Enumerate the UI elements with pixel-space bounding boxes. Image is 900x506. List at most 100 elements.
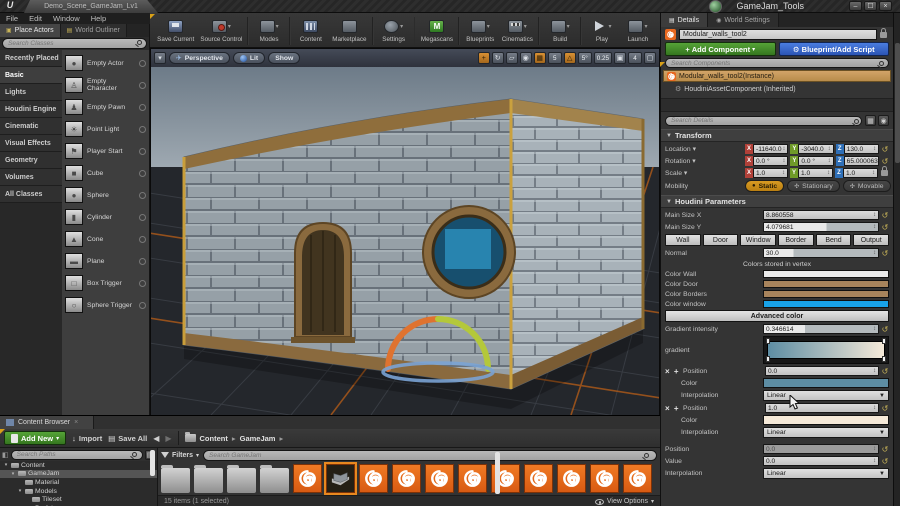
asset-hda-6[interactable] (359, 464, 388, 493)
blueprint-add-script-button[interactable]: ⚙ Blueprint/Add Script (778, 42, 889, 56)
scene-3d[interactable] (151, 67, 659, 415)
tree-item-gamejam[interactable]: ▾ GameJam (0, 469, 157, 479)
mobility-movable[interactable]: ✣ Movable (842, 180, 891, 192)
reset-icon[interactable]: ↺ (881, 325, 889, 334)
drag-handle-icon[interactable] (139, 169, 146, 177)
drag-handle-icon[interactable] (139, 235, 146, 243)
place-item-box-trigger[interactable]: □ Box Trigger (62, 272, 149, 294)
stop-interpolation-dropdown[interactable]: Linear ▼ (763, 390, 889, 401)
angle-snap-icon[interactable]: △ (563, 52, 576, 64)
drag-handle-icon[interactable] (139, 279, 146, 287)
menu-file[interactable]: File (6, 14, 18, 23)
expand-icon[interactable]: ▾ (3, 462, 9, 468)
scale-x-field[interactable]: 1.0 ↕ (753, 168, 788, 178)
color-swatch[interactable] (763, 280, 889, 288)
drag-handle-icon[interactable] (139, 59, 146, 67)
menu-window[interactable]: Window (53, 14, 80, 23)
asset-folder-1[interactable] (194, 465, 223, 493)
stop-position-field[interactable]: 0.0 ↕ (765, 366, 879, 376)
show-button[interactable]: Show (268, 52, 301, 64)
import-button[interactable]: ↓ Import (72, 434, 102, 443)
menu-help[interactable]: Help (91, 14, 106, 23)
stop-color-swatch[interactable] (763, 378, 889, 388)
drag-handle-icon[interactable] (139, 125, 146, 133)
expand-icon[interactable]: ▾ (10, 471, 16, 477)
tree-item-material[interactable]: Material (0, 478, 157, 487)
rotation-y-field[interactable]: 0.0 ° ↕ (798, 156, 834, 166)
tab-world-settings[interactable]: ◉ World Settings (708, 13, 779, 27)
place-item-empty-pawn[interactable]: ♟ Empty Pawn (62, 96, 149, 118)
tree-item-models[interactable]: ▾ Models (0, 487, 157, 496)
gradient-intensity-field[interactable]: 0.346614 ↕ (763, 324, 879, 334)
place-item-cone[interactable]: ▲ Cone (62, 228, 149, 250)
drag-handle-icon[interactable] (139, 257, 146, 265)
place-item-player-start[interactable]: ⚑ Player Start (62, 140, 149, 162)
tree-item-tileset[interactable]: Tileset (0, 495, 157, 504)
maximize-viewport-icon[interactable]: ▢ (644, 52, 656, 64)
breadcrumb-gamejam[interactable]: GameJam (240, 434, 276, 443)
toolbar-launch[interactable]: ▾ Launch (620, 19, 656, 43)
color-swatch[interactable] (763, 290, 889, 298)
reset-rotation-icon[interactable]: ↺ (881, 157, 889, 166)
mobility-stationary[interactable]: ✣ Stationary (787, 180, 840, 192)
toolbar-cinematics[interactable]: ▾ Cinematics (498, 19, 536, 43)
scale-snap-value[interactable]: 0.25 (593, 52, 612, 64)
toolbar-play[interactable]: ▾ Play (584, 19, 620, 43)
drag-handle-icon[interactable] (139, 301, 146, 309)
toolbar-build[interactable]: ▾ Build (542, 19, 578, 43)
camera-speed-value[interactable]: 4 (628, 52, 642, 64)
asset-hda-13[interactable] (590, 464, 619, 493)
location-x-field[interactable]: -11640.0 ↕ (753, 144, 789, 154)
perspective-button[interactable]: ✈ Perspective (169, 52, 230, 64)
reset-icon[interactable]: ↺ (881, 249, 889, 258)
category-recently-placed[interactable]: Recently Placed (0, 50, 62, 67)
drag-handle-icon[interactable] (139, 147, 146, 155)
add-new-button[interactable]: Add New ▾ (4, 431, 67, 445)
search-details-input[interactable] (665, 115, 862, 126)
asset-hda-9[interactable] (458, 464, 487, 493)
tab-details[interactable]: ▤ Details (661, 13, 709, 27)
asset-hda-14[interactable] (623, 464, 652, 493)
color-swatch[interactable] (763, 270, 889, 278)
sources-scrollbar[interactable] (150, 450, 155, 476)
component-inherited[interactable]: ⚙ HoudiniAssetComponent (Inherited) (661, 83, 893, 95)
display-filter-icon[interactable]: ◉ (878, 115, 889, 126)
asset-hda-11[interactable] (524, 464, 553, 493)
back-arrow-icon[interactable]: ◀ (153, 434, 159, 443)
filters-button[interactable]: Filters ▾ (161, 452, 199, 459)
rotation-z-field[interactable]: 65.000063↕ (843, 156, 879, 166)
lock-icon[interactable] (880, 27, 887, 38)
property-matrix-icon[interactable]: ▦ (865, 115, 876, 126)
normal-field[interactable]: 30.0 ↕ (763, 248, 879, 258)
houdini-tab-window[interactable]: Window (740, 234, 777, 246)
assets-scrollbar[interactable] (495, 452, 500, 494)
toolbar-marketplace[interactable]: Marketplace (329, 19, 370, 43)
drag-handle-icon[interactable] (139, 213, 146, 221)
gradient-ramp[interactable] (763, 336, 889, 364)
search-classes-input[interactable] (2, 38, 147, 49)
gradient-stop-handle[interactable] (766, 356, 770, 362)
drag-handle-icon[interactable] (139, 103, 146, 111)
toolbar-modes[interactable]: ▾ Modes (251, 19, 287, 43)
houdini-parameters-header[interactable]: ▼ Houdini Parameters (661, 195, 893, 208)
add-component-button[interactable]: + Add Component ▾ (665, 42, 776, 56)
place-item-sphere[interactable]: ● Sphere (62, 184, 149, 206)
details-scrollbar[interactable] (893, 13, 900, 506)
scale-z-field[interactable]: 1.0 ↕ (843, 168, 878, 178)
reset-location-icon[interactable]: ↺ (881, 145, 889, 154)
category-visual-effects[interactable]: Visual Effects (0, 135, 62, 152)
scale-label[interactable]: Scale ▾ (665, 169, 743, 177)
color-swatch[interactable] (763, 300, 889, 308)
category-all-classes[interactable]: All Classes (0, 186, 62, 203)
houdini-tab-output[interactable]: Output (853, 234, 890, 246)
world-space-icon[interactable]: ◉ (519, 52, 532, 64)
search-components-input[interactable] (665, 58, 889, 68)
stop-color-swatch[interactable] (763, 415, 889, 425)
asset-folder-0[interactable] (161, 465, 190, 493)
tree-item-content[interactable]: ▾ Content (0, 461, 157, 470)
toolbar-save-current[interactable]: Save Current (154, 19, 197, 43)
place-item-point-light[interactable]: ☀ Point Light (62, 118, 149, 140)
main-size-x-field[interactable]: 8.860558 ↕ (763, 210, 879, 220)
reset-icon[interactable]: ↺ (881, 404, 889, 413)
viewport[interactable]: ▾ ✈ Perspective Lit Show + ↻ ▱ ◉ ▦ 5 △ 5°… (150, 48, 660, 415)
